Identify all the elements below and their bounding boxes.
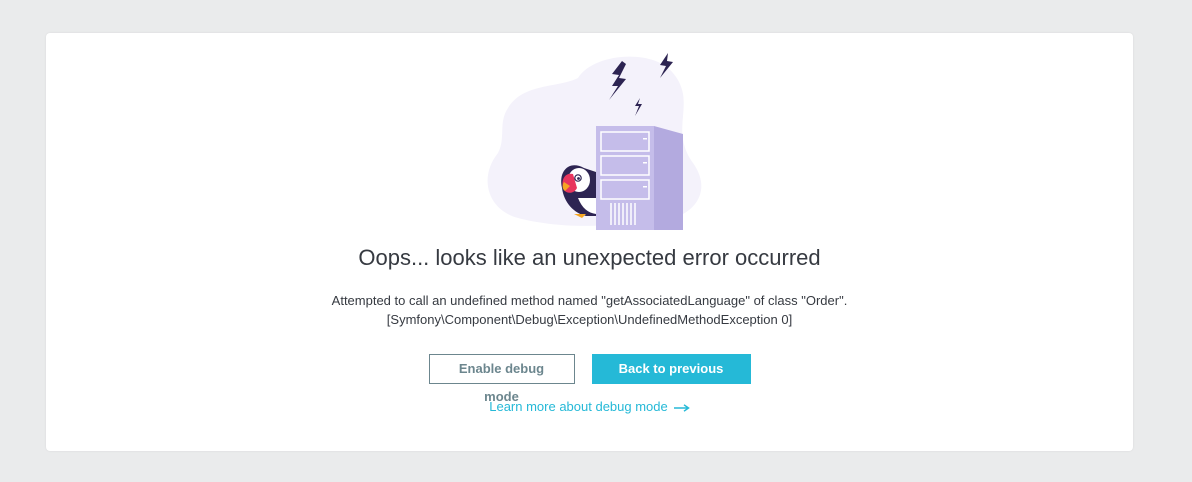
server-vent-shape — [610, 203, 636, 225]
error-message: Attempted to call an undefined method na… — [46, 291, 1133, 329]
arrow-right-icon — [673, 400, 690, 415]
learn-more-debug-link[interactable]: Learn more about debug mode — [46, 399, 1133, 415]
error-exception-line: [Symfony\Component\Debug\Exception\Undef… — [386, 312, 793, 327]
page-title: Oops... looks like an unexpected error o… — [358, 245, 821, 270]
learn-more-label: Learn more about debug mode — [489, 399, 668, 414]
enable-debug-mode-button[interactable]: Enable debug mode — [428, 354, 575, 404]
server-side-shape — [654, 126, 683, 230]
back-to-previous-page-button[interactable]: Back to previous page — [591, 354, 751, 404]
server-front-shape — [596, 126, 654, 230]
error-illustration — [487, 53, 702, 230]
error-message-line: Attempted to call an undefined method na… — [331, 293, 848, 308]
action-buttons: Enable debug mode Back to previous page — [46, 354, 1133, 404]
error-card: Oops... looks like an unexpected error o… — [46, 33, 1133, 451]
